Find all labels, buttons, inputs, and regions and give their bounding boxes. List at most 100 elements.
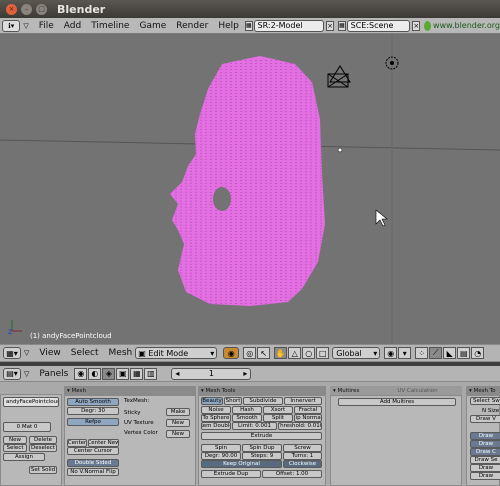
draw-vnormals-button[interactable]: Draw V	[470, 415, 500, 423]
buttons-editor-type-button[interactable]: ▤▾	[3, 367, 21, 380]
keep-original-button[interactable]: Keep Original	[201, 460, 282, 468]
draw-option-1[interactable]: Draw	[470, 432, 500, 440]
split-button[interactable]: Split	[263, 414, 293, 422]
screen-name-field[interactable]: SR:2-Model	[253, 19, 325, 32]
rem-double-button[interactable]: Rem Double	[201, 422, 231, 430]
editing-context-button[interactable]: ▦	[130, 367, 144, 380]
draw-type-button[interactable]: ◉	[223, 347, 240, 359]
manipulator-toggle-button[interactable]: ↖	[257, 347, 271, 359]
orientation-select[interactable]: Global ▾	[332, 347, 381, 359]
offset-field[interactable]: Offset: 1.00	[262, 470, 322, 478]
object-context-button[interactable]: ▣	[116, 367, 130, 380]
uv-calculation-tab[interactable]: UV Calculation	[397, 388, 437, 394]
translate-manipulator-button[interactable]: △	[288, 347, 302, 359]
editor-type-button[interactable]: ℹ▾	[2, 19, 21, 32]
beauty-button[interactable]: Beauty	[201, 397, 223, 405]
face-select-button[interactable]: ◣	[443, 347, 457, 359]
set-solid-button[interactable]: Set Solid	[29, 466, 57, 474]
material-select-button[interactable]: Select	[3, 444, 27, 452]
rotate-manipulator-button[interactable]: ○	[302, 347, 316, 359]
mesh-name-field[interactable]: andyFacePointcloud	[3, 397, 59, 407]
menu-mesh[interactable]: Mesh	[109, 348, 133, 358]
menu-help[interactable]: Help	[218, 21, 239, 31]
mesh-panel-header[interactable]: ▾ Mesh	[64, 386, 196, 395]
snap-button[interactable]: ▾	[398, 347, 412, 359]
menu-timeline[interactable]: Timeline	[91, 21, 129, 31]
layer-button[interactable]: ◉	[384, 347, 398, 359]
menu-view[interactable]: View	[39, 348, 60, 358]
vertex-select-button[interactable]: ⁘	[415, 347, 429, 359]
fractal-button[interactable]: Fractal	[294, 406, 322, 414]
collapse-triangle-icon[interactable]: ▽	[23, 22, 28, 30]
sticky-make-button[interactable]: Make	[166, 408, 190, 416]
xsort-button[interactable]: Xsort	[263, 406, 293, 414]
menu-file[interactable]: File	[39, 21, 54, 31]
short-button[interactable]: Short	[224, 397, 242, 405]
material-assign-button[interactable]: Assign	[3, 453, 45, 461]
degr-field[interactable]: Degr: 30	[67, 407, 119, 415]
noise-button[interactable]: Noise	[201, 406, 231, 414]
scale-manipulator-button[interactable]: □	[316, 347, 330, 359]
close-window-button[interactable]: ×	[6, 3, 17, 15]
flip-normals-button[interactable]: Flip Normals	[294, 414, 322, 422]
scene-context-button[interactable]: ▥	[144, 367, 158, 380]
buttons-collapse-icon[interactable]: ▽	[24, 370, 29, 378]
mode-select[interactable]: ▣ Edit Mode ▾	[135, 347, 218, 359]
material-delete-button[interactable]: Delete	[29, 436, 57, 444]
select-swap-button[interactable]: Select Sw	[470, 397, 500, 405]
limit-field[interactable]: Limit: 0.001	[232, 422, 277, 430]
mesh-tools-header[interactable]: ▾ Mesh Tools	[198, 386, 326, 395]
refpo-button[interactable]: Refpo	[67, 418, 119, 426]
smooth-button[interactable]: Smooth	[232, 414, 262, 422]
innervert-button[interactable]: Innervert	[284, 397, 322, 405]
double-sided-button[interactable]: Double Sided	[67, 459, 119, 467]
frame-field[interactable]: ◂ 1 ▸	[171, 367, 252, 380]
menu-render[interactable]: Render	[176, 21, 208, 31]
draw-option-4[interactable]: Draw Se	[470, 456, 500, 464]
hand-tool-button[interactable]: ✋	[274, 347, 288, 359]
script-context-button[interactable]: ◐	[88, 367, 102, 380]
mesh-tools-more-header[interactable]: ▾ Mesh To	[466, 386, 500, 395]
scene-name-field[interactable]: SCE:Scene	[346, 19, 411, 32]
menu-select[interactable]: Select	[71, 348, 99, 358]
center-cursor-button[interactable]: Center Cursor	[67, 447, 119, 455]
clockwise-button[interactable]: Clockwise	[283, 460, 322, 468]
view-collapse-icon[interactable]: ▽	[24, 349, 29, 357]
occlude-button[interactable]: ▤	[457, 347, 471, 359]
hash-button[interactable]: Hash	[232, 406, 262, 414]
threshold-field[interactable]: Threshold: 0.010	[278, 422, 322, 430]
spin-button[interactable]: Spin	[201, 444, 241, 452]
screen-browse-icon[interactable]: ▦	[244, 20, 253, 31]
no-vnormal-flip-button[interactable]: No V.Normal Flip	[67, 468, 119, 476]
menu-game[interactable]: Game	[139, 21, 166, 31]
shading-context-button[interactable]: ◈	[102, 367, 116, 380]
menu-add[interactable]: Add	[64, 21, 81, 31]
uv-texture-new-button[interactable]: New	[166, 419, 190, 427]
proportional-edit-button[interactable]: ◔	[471, 347, 485, 359]
logic-context-button[interactable]: ◉	[74, 367, 88, 380]
multires-header[interactable]: ▾ Multires UV Calculation	[330, 386, 462, 395]
draw-option-5[interactable]: Draw	[470, 464, 500, 472]
screen-delete-icon[interactable]: ×	[326, 20, 334, 31]
extrude-button[interactable]: Extrude	[201, 432, 322, 440]
material-index-field[interactable]: 0 Mat 0	[3, 422, 51, 432]
steps-field[interactable]: Steps: 9	[242, 452, 282, 460]
center-button[interactable]: Center	[67, 439, 87, 447]
draw-option-3[interactable]: Draw C	[470, 448, 500, 456]
subdivide-button[interactable]: Subdivide	[243, 397, 283, 405]
turns-field[interactable]: Turns: 1	[283, 452, 322, 460]
material-new-button[interactable]: New	[3, 436, 27, 444]
minimize-window-button[interactable]: –	[21, 3, 32, 15]
spin-degr-field[interactable]: Degr: 90.00	[201, 452, 241, 460]
draw-option-6[interactable]: Draw	[470, 472, 500, 480]
scene-browse-icon[interactable]: ▦	[337, 20, 346, 31]
draw-option-2[interactable]: Draw	[470, 440, 500, 448]
add-multires-button[interactable]: Add Multires	[338, 398, 456, 406]
scene-delete-icon[interactable]: ×	[412, 20, 421, 31]
maximize-window-button[interactable]: □	[36, 3, 47, 15]
edge-select-button[interactable]: ⟋	[429, 347, 443, 359]
screw-button[interactable]: Screw	[283, 444, 322, 452]
pivot-button[interactable]: ◎	[243, 347, 257, 359]
spin-dup-button[interactable]: Spin Dup	[242, 444, 282, 452]
auto-smooth-button[interactable]: Auto Smooth	[67, 398, 119, 406]
